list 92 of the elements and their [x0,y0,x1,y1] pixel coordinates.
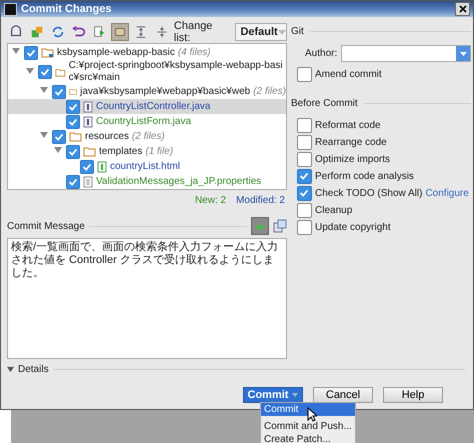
undo-icon [72,25,86,39]
checkbox[interactable] [297,152,312,167]
checkbox[interactable] [38,65,52,79]
change-list-dropdown[interactable]: Default [235,23,287,41]
checkbox[interactable] [66,144,80,158]
expand-arrow-icon[interactable] [26,66,34,74]
mouse-cursor-icon [307,407,317,422]
commit-message-field[interactable]: 検索/一覧画面で、画面の検索条件入力フォームに入力された値を Controller クラスで受け取れるようにしました。 [7,238,287,359]
close-button[interactable] [455,2,470,16]
option-label: Check TODO (Show All) [315,188,422,199]
expand-arrow-icon[interactable] [7,366,14,372]
module-folder-icon [41,47,54,58]
checkbox[interactable] [80,160,94,174]
checkbox[interactable] [297,203,312,218]
tree-item[interactable]: ksbysample-webapp-basic [57,47,175,58]
file-icon [83,100,93,112]
close-icon [458,5,466,13]
squares-icon [30,25,44,39]
configure-link[interactable]: Configure [425,188,469,199]
commit-message-label: Commit Message [7,220,85,232]
background-window [0,410,11,443]
option-label: Reformat code [315,120,381,131]
change-list-label: Change list: [174,20,214,44]
option-label: Cleanup [315,205,352,216]
checkbox[interactable] [297,169,312,184]
refresh-icon [50,25,65,39]
file-icon [97,160,107,172]
checkbox[interactable] [66,174,80,188]
checkbox[interactable] [297,118,312,133]
new-count: New: 2 [194,195,226,206]
frame-icon [113,25,128,39]
checkbox[interactable] [52,130,66,144]
app-icon [4,2,17,16]
file-count: (2 files) [132,131,165,142]
dropdown-arrow-icon [460,52,466,56]
dropdown-arrow-icon [292,393,298,397]
menu-item[interactable]: Commit [261,403,355,416]
tree-item[interactable]: resources [85,131,129,142]
checkbox[interactable] [297,135,312,150]
file-count: (1 file) [145,146,174,157]
option-label: Update copyright [315,222,391,233]
dropdown-arrow-icon [278,30,286,34]
file-count: (4 files) [178,47,211,58]
dialog-button[interactable]: Cancel [313,387,373,403]
option-label: Perform code analysis [315,171,414,182]
menu-item[interactable]: Commit and Push... [261,420,355,433]
modified-count: Modified: 2 [236,195,285,206]
checkbox[interactable] [297,186,312,201]
option-label: Amend commit [315,69,382,80]
tree-item[interactable]: java¥ksbysample¥webapp¥basic¥web [80,86,250,97]
expand-arrow-icon[interactable] [12,47,20,55]
copy-icon[interactable] [273,219,287,233]
folder-icon [69,131,82,142]
expand-all-icon [134,25,148,39]
checkbox[interactable] [52,84,66,98]
details-label[interactable]: Details [18,364,49,374]
spellcheck-button[interactable] [251,217,269,235]
tree-item[interactable]: countryList.html [110,161,180,172]
commit-button[interactable]: Commit [243,387,303,403]
window-title: Commit Changes [21,3,112,15]
option-label: Optimize imports [315,154,390,165]
checkmark-icon [298,170,310,182]
checkbox[interactable] [297,220,312,235]
lock-icon [8,25,23,39]
folder-icon [55,66,66,78]
checkmark-icon [298,187,310,199]
author-dropdown[interactable] [341,45,471,62]
checkbox[interactable] [66,114,80,128]
folder-icon [69,86,78,97]
collapse-all-icon [154,25,169,39]
dialog-button[interactable]: Help [383,387,443,403]
expand-arrow-icon[interactable] [54,146,62,154]
tree-item[interactable]: templates [99,146,142,157]
tree-item[interactable]: CountryListForm.java [96,116,192,127]
menu-item[interactable]: Create Patch... [261,433,355,443]
tree-item[interactable]: ValidationMessages_ja_JP.properties [96,176,262,187]
file-count: (2 files) [253,86,286,97]
file-icon [83,176,93,188]
expand-arrow-icon[interactable] [40,131,48,139]
checkbox[interactable] [24,46,38,60]
toolbar-button[interactable] [111,23,130,41]
checkmark-icon [39,66,51,78]
expand-arrow-icon[interactable] [40,86,48,94]
author-label: Author: [305,48,338,59]
section-title: Before Commit [291,98,358,108]
file-arrow-icon [92,25,106,39]
option-label: Rearrange code [315,137,387,148]
checkbox[interactable] [66,100,80,114]
file-icon [83,116,93,128]
section-title: Git [291,26,304,36]
folder-icon [83,146,96,157]
checkbox[interactable] [297,67,312,82]
